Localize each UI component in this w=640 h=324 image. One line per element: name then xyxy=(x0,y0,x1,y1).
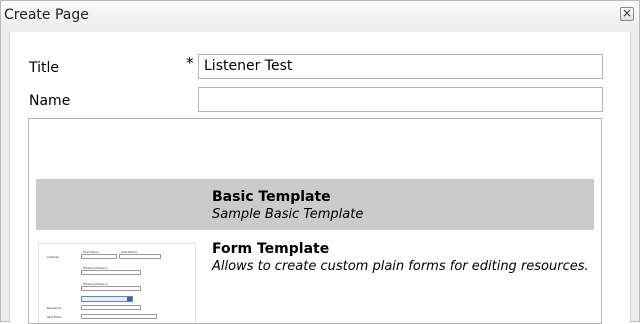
template-name: Form Template xyxy=(212,241,330,257)
dialog-title: Create Page xyxy=(4,7,89,23)
template-item-basic[interactable]: Basic Template Sample Basic Template xyxy=(36,179,594,230)
template-description: Allows to create custom plain forms for … xyxy=(212,259,589,274)
template-name: Basic Template xyxy=(212,189,331,205)
name-label: Name xyxy=(29,93,71,109)
create-page-dialog: Create Page × Title * Listener Test Name… xyxy=(0,0,640,324)
template-list[interactable]: Basic Template Sample Basic Template Add… xyxy=(28,118,602,324)
title-label: Title xyxy=(29,60,60,76)
dialog-titlebar[interactable]: Create Page × xyxy=(1,1,639,31)
template-description: Sample Basic Template xyxy=(212,207,364,222)
required-marker: * xyxy=(186,54,194,72)
title-input[interactable]: Listener Test xyxy=(198,54,603,79)
template-item-form[interactable]: Form Template Allows to create custom pl… xyxy=(36,236,594,323)
close-icon[interactable]: × xyxy=(620,7,634,21)
name-input[interactable] xyxy=(198,87,603,112)
